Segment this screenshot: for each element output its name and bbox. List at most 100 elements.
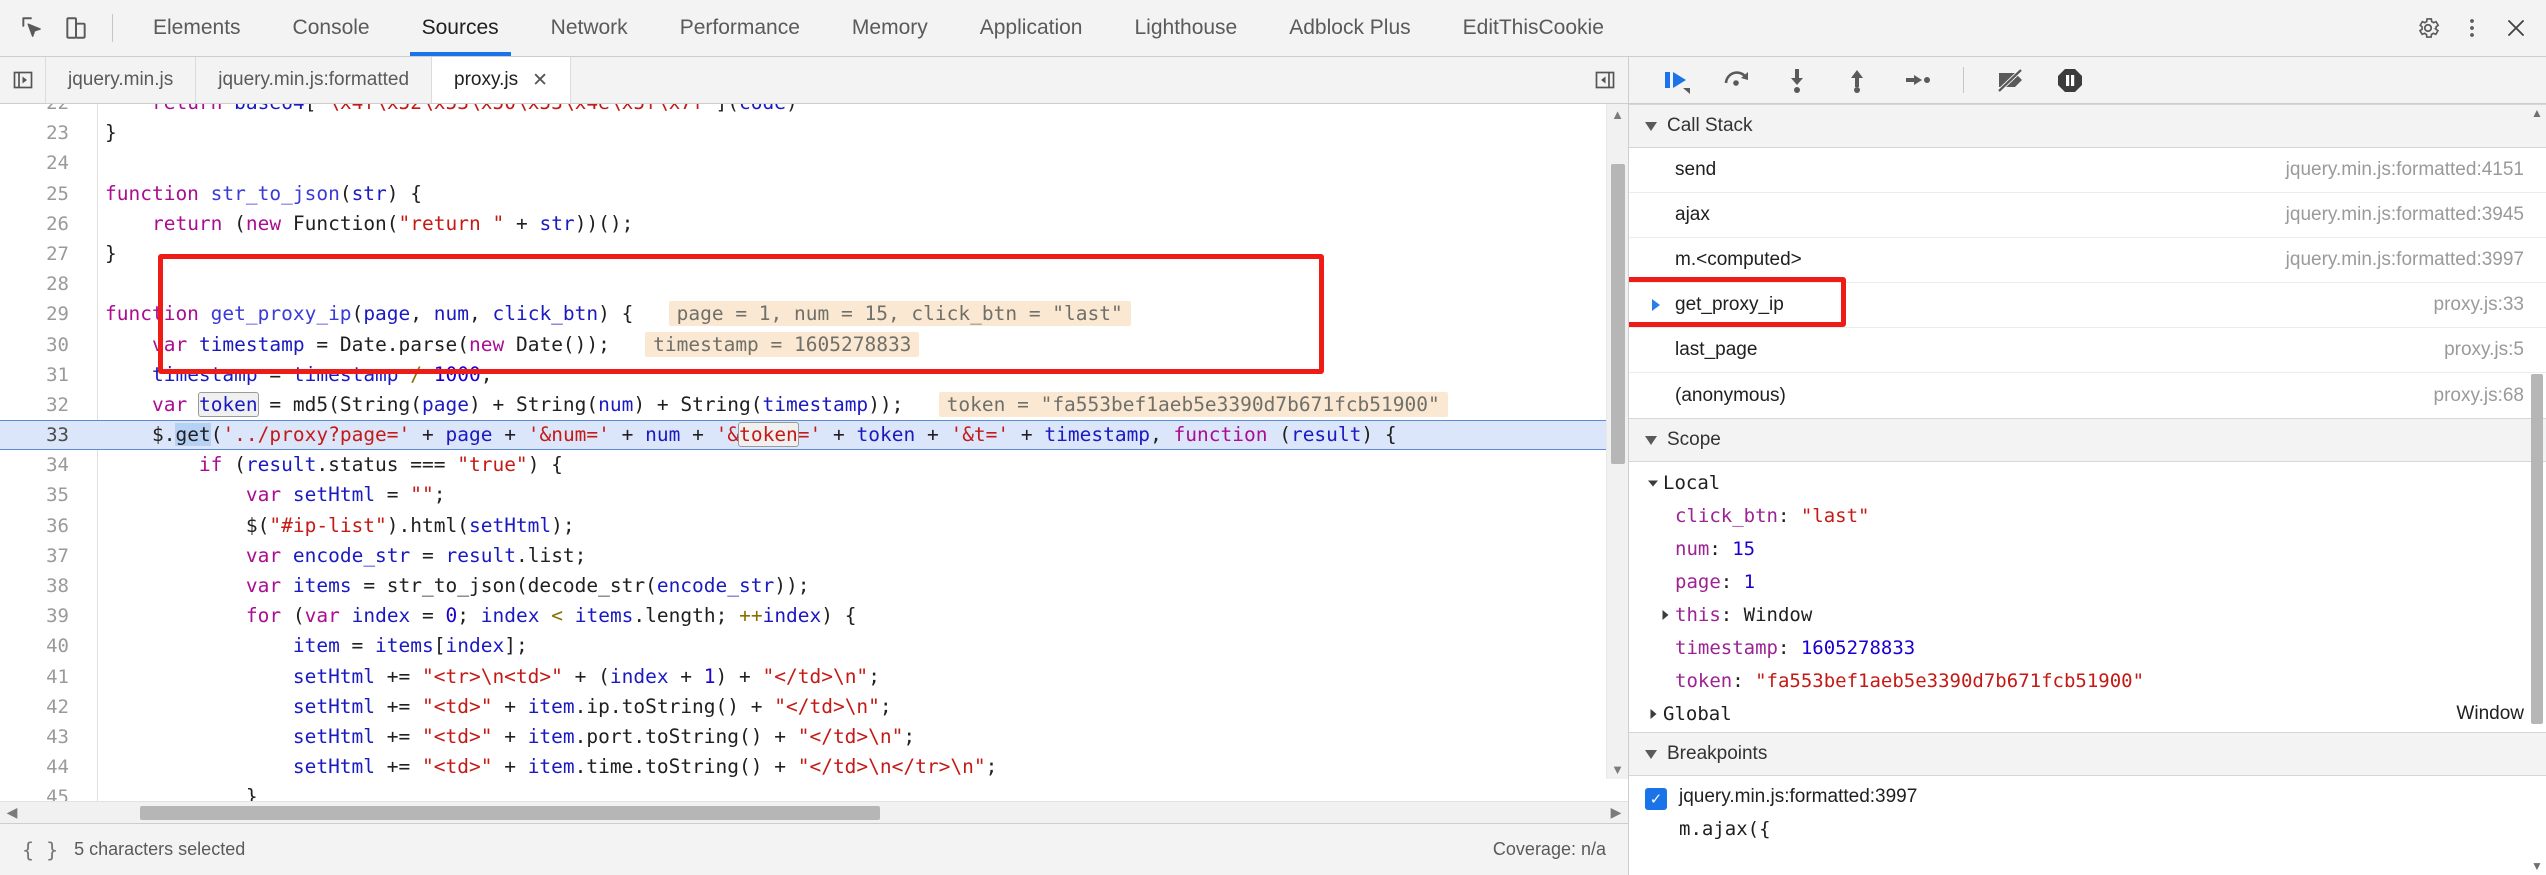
step-icon[interactable] bbox=[1889, 58, 1945, 102]
line-number[interactable]: 40 bbox=[0, 631, 85, 661]
step-into-icon[interactable] bbox=[1769, 58, 1825, 102]
call-stack-frame-send[interactable]: send jquery.min.js:formatted:4151 bbox=[1629, 148, 2546, 193]
scroll-up-arrow[interactable]: ▲ bbox=[1607, 104, 1628, 124]
section-header-breakpoints[interactable]: Breakpoints bbox=[1629, 732, 2546, 776]
scroll-down-arrow[interactable]: ▼ bbox=[2528, 857, 2546, 875]
code-line[interactable]: 23} bbox=[0, 118, 1628, 148]
scope-group-local[interactable]: Local bbox=[1629, 466, 2546, 499]
code-line[interactable]: 34 if (result.status === "true") { bbox=[0, 450, 1628, 480]
line-number[interactable]: 27 bbox=[0, 239, 85, 269]
close-icon[interactable] bbox=[2494, 6, 2538, 50]
scope-entry-page[interactable]: page: 1 bbox=[1629, 565, 2546, 598]
code-line-text[interactable]: } bbox=[85, 782, 1628, 801]
close-icon[interactable]: ✕ bbox=[532, 71, 548, 90]
breakpoint-item[interactable]: ✓ jquery.min.js:formatted:3997 bbox=[1629, 776, 2546, 816]
pause-on-exceptions-icon[interactable] bbox=[2042, 58, 2098, 102]
step-over-icon[interactable] bbox=[1709, 58, 1765, 102]
section-header-call-stack[interactable]: Call Stack bbox=[1629, 104, 2546, 148]
code-line-text[interactable]: setHtml += "<td>" + item.port.toString()… bbox=[85, 722, 1628, 752]
pretty-print-icon[interactable]: { } bbox=[22, 838, 58, 862]
code-line[interactable]: 33 $.get('../proxy?page=' + page + '&num… bbox=[0, 420, 1628, 451]
code-line-text[interactable]: function str_to_json(str) { bbox=[85, 179, 1628, 209]
code-line[interactable]: 38 var items = str_to_json(decode_str(en… bbox=[0, 571, 1628, 601]
gear-icon[interactable] bbox=[2406, 6, 2450, 50]
line-number[interactable]: 30 bbox=[0, 330, 85, 360]
code-line-text[interactable]: setHtml += "<tr>\n<td>" + (index + 1) + … bbox=[85, 662, 1628, 692]
line-number[interactable]: 39 bbox=[0, 601, 85, 631]
code-line-text[interactable]: return base64["\x4f\x52\x53\x50\x53\x4e\… bbox=[85, 104, 1628, 118]
step-out-icon[interactable] bbox=[1829, 58, 1885, 102]
tab-lighthouse[interactable]: Lighthouse bbox=[1108, 0, 1263, 56]
code-line-text[interactable]: $.get('../proxy?page=' + page + '&num=' … bbox=[85, 420, 1628, 450]
code-line[interactable]: 27} bbox=[0, 239, 1628, 269]
deactivate-breakpoints-icon[interactable] bbox=[1982, 58, 2038, 102]
device-toolbar-icon[interactable] bbox=[54, 6, 98, 50]
code-line[interactable]: 37 var encode_str = result.list; bbox=[0, 541, 1628, 571]
file-tab-jquery-min-js[interactable]: jquery.min.js bbox=[46, 57, 197, 103]
chevron-right-icon[interactable] bbox=[1659, 609, 1675, 621]
code-line-text[interactable]: $("#ip-list").html(setHtml); bbox=[85, 511, 1628, 541]
scroll-up-arrow[interactable]: ▲ bbox=[2528, 104, 2546, 122]
tab-network[interactable]: Network bbox=[525, 0, 654, 56]
code-line-text[interactable]: setHtml += "<td>" + item.time.toString()… bbox=[85, 752, 1628, 782]
line-number[interactable]: 38 bbox=[0, 571, 85, 601]
kebab-menu-icon[interactable] bbox=[2450, 6, 2494, 50]
call-stack-frame-last-page[interactable]: last_page proxy.js:5 bbox=[1629, 328, 2546, 373]
code-line[interactable]: 30 var timestamp = Date.parse(new Date()… bbox=[0, 330, 1628, 360]
file-tab-jquery-min-js-formatted[interactable]: jquery.min.js:formatted bbox=[196, 57, 433, 103]
scope-entry-timestamp[interactable]: timestamp: 1605278833 bbox=[1629, 631, 2546, 664]
call-stack-frame-m-computed[interactable]: m.<computed> jquery.min.js:formatted:399… bbox=[1629, 238, 2546, 283]
code-line-text[interactable]: item = items[index]; bbox=[85, 631, 1628, 661]
line-number[interactable]: 22 bbox=[0, 104, 85, 118]
section-header-scope[interactable]: Scope bbox=[1629, 418, 2546, 462]
code-line-text[interactable]: function get_proxy_ip(page, num, click_b… bbox=[85, 299, 1628, 329]
line-number[interactable]: 24 bbox=[0, 148, 85, 178]
line-number[interactable]: 35 bbox=[0, 480, 85, 510]
code-line[interactable]: 28 bbox=[0, 269, 1628, 299]
scrollbar-thumb[interactable] bbox=[2531, 374, 2543, 724]
code-line[interactable]: 43 setHtml += "<td>" + item.port.toStrin… bbox=[0, 722, 1628, 752]
code-line[interactable]: 25 function str_to_json(str) { bbox=[0, 179, 1628, 209]
code-line[interactable]: 35 var setHtml = ""; bbox=[0, 480, 1628, 510]
code-line-text[interactable]: } bbox=[85, 239, 1628, 269]
more-tabs-icon[interactable] bbox=[1582, 57, 1628, 103]
line-number[interactable]: 29 bbox=[0, 299, 85, 329]
inspect-cursor-icon[interactable] bbox=[10, 6, 54, 50]
code-editor[interactable]: 22 return base64["\x4f\x52\x53\x50\x53\x… bbox=[0, 104, 1628, 801]
scrollbar-thumb[interactable] bbox=[140, 805, 880, 820]
line-number[interactable]: 44 bbox=[0, 752, 85, 782]
code-line[interactable]: 22 return base64["\x4f\x52\x53\x50\x53\x… bbox=[0, 104, 1628, 118]
debugger-vertical-scrollbar[interactable]: ▲ ▼ bbox=[2528, 104, 2546, 875]
code-line-text[interactable]: if (result.status === "true") { bbox=[85, 450, 1628, 480]
editor-horizontal-scrollbar[interactable]: ◀ ▶ bbox=[0, 801, 1628, 823]
line-number[interactable]: 34 bbox=[0, 450, 85, 480]
scope-group-global[interactable]: Global Window bbox=[1629, 697, 2546, 730]
line-number[interactable]: 31 bbox=[0, 360, 85, 390]
line-number[interactable]: 33 bbox=[0, 420, 85, 450]
call-stack-frame-ajax[interactable]: ajax jquery.min.js:formatted:3945 bbox=[1629, 193, 2546, 238]
call-stack-frame-anonymous[interactable]: (anonymous) proxy.js:68 bbox=[1629, 373, 2546, 418]
line-number[interactable]: 25 bbox=[0, 179, 85, 209]
tab-application[interactable]: Application bbox=[954, 0, 1109, 56]
line-number[interactable]: 43 bbox=[0, 722, 85, 752]
editor-vertical-scrollbar[interactable]: ▲ ▼ bbox=[1606, 104, 1628, 779]
line-number[interactable]: 37 bbox=[0, 541, 85, 571]
line-number[interactable]: 41 bbox=[0, 662, 85, 692]
scrollbar-thumb[interactable] bbox=[1611, 164, 1625, 464]
debugger-sections-scroll[interactable]: Call Stack send jquery.min.js:formatted:… bbox=[1629, 104, 2546, 875]
code-line[interactable]: 32 var token = md5(String(page) + String… bbox=[0, 390, 1628, 420]
code-line[interactable]: 36 $("#ip-list").html(setHtml); bbox=[0, 511, 1628, 541]
line-number[interactable]: 28 bbox=[0, 269, 85, 299]
resume-icon[interactable] bbox=[1649, 58, 1705, 102]
code-line[interactable]: 29 function get_proxy_ip(page, num, click… bbox=[0, 299, 1628, 329]
scope-entry-num[interactable]: num: 15 bbox=[1629, 532, 2546, 565]
chevron-right-icon[interactable] bbox=[1647, 708, 1663, 720]
code-line-text[interactable]: return (new Function("return " + str))()… bbox=[85, 209, 1628, 239]
tab-adblock-plus[interactable]: Adblock Plus bbox=[1263, 0, 1436, 56]
code-line-text[interactable]: var token = md5(String(page) + String(nu… bbox=[85, 390, 1628, 420]
code-line-text[interactable]: setHtml += "<td>" + item.ip.toString() +… bbox=[85, 692, 1628, 722]
code-line-text[interactable]: var timestamp = Date.parse(new Date()); … bbox=[85, 330, 1628, 360]
tab-elements[interactable]: Elements bbox=[127, 0, 267, 56]
code-line[interactable]: 26 return (new Function("return " + str)… bbox=[0, 209, 1628, 239]
code-line[interactable]: 39 for (var index = 0; index < items.len… bbox=[0, 601, 1628, 631]
